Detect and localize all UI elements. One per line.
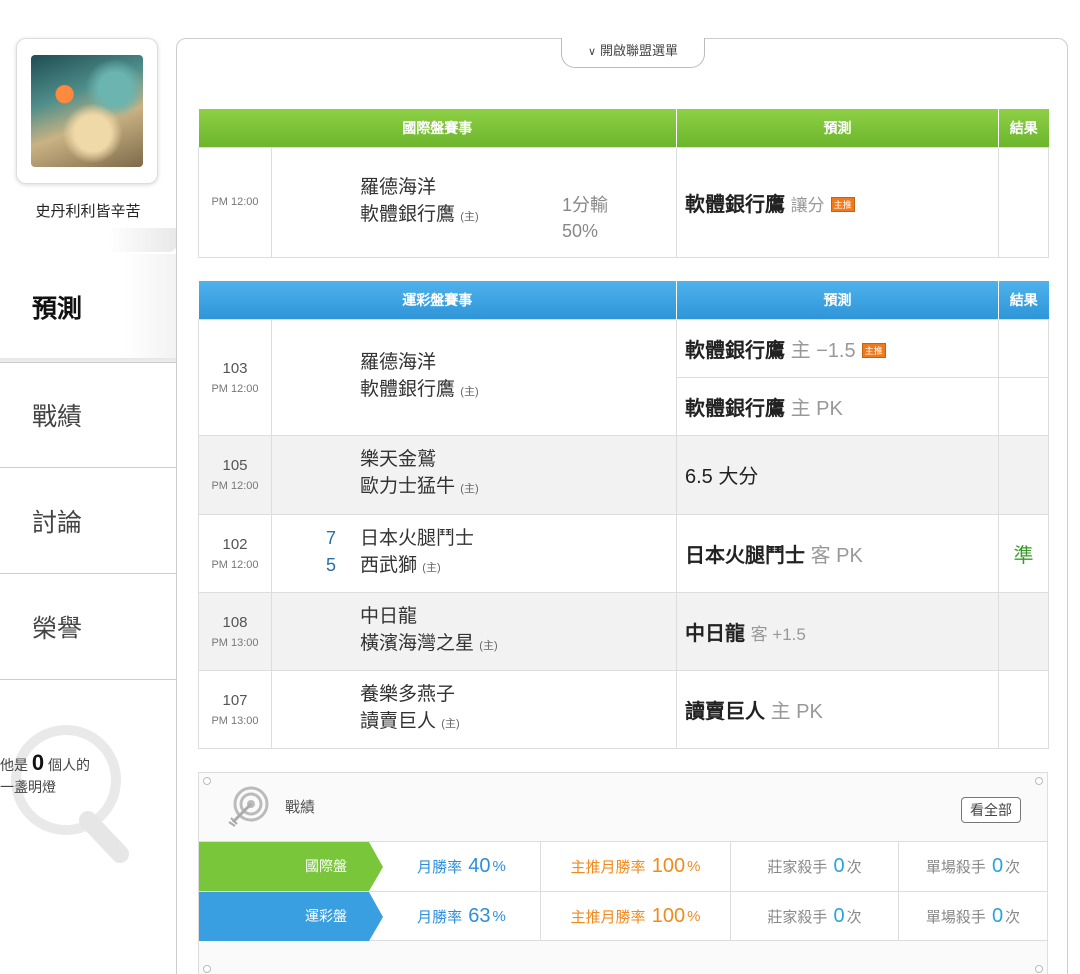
prediction: 軟體銀行鷹 主 −1.5 主推 [676, 318, 999, 378]
table-row[interactable]: PM 12:00 羅德海洋 軟體銀行鷹 (主) 1分輸 50% 軟體銀行鷹 讓分… [198, 146, 1049, 258]
single-killer: 單場殺手 0次 [925, 904, 1021, 927]
prediction: 軟體銀行鷹 主 PK [676, 376, 999, 436]
stats-row-sports: 運彩盤 月勝率 63% 主推月勝率 100% 莊家殺手 0次 單場殺手 0次 [199, 891, 1047, 941]
main-panel: ∨ 開啟聯盟選單 國際盤賽事 預測 結果 PM 12:00 羅德海洋 軟體銀行鷹 … [176, 38, 1068, 974]
header-result: 結果 [998, 109, 1049, 147]
prediction: 軟體銀行鷹 讓分 主推 [676, 146, 999, 258]
match-time: 107 PM 13:00 [198, 669, 272, 749]
match-time: 108 PM 13:00 [198, 591, 272, 671]
away-team[interactable]: 樂天金鷲 [360, 446, 676, 473]
stats-row-label: 國際盤 [199, 842, 383, 891]
home-team[interactable]: 西武獅 [360, 555, 417, 576]
prediction: 中日龍 客 +1.5 [676, 591, 999, 671]
nav-item-record[interactable]: 戰績 [0, 362, 178, 468]
league-menu-toggle[interactable]: ∨ 開啟聯盟選單 [561, 38, 705, 68]
view-all-button[interactable]: 看全部 [961, 797, 1021, 823]
away-team[interactable]: 羅德海洋 [360, 349, 676, 376]
table-row[interactable]: 102 PM 12:00 7 5 日本火腿鬥士 西武獅 (主) 日本火腿鬥士 客… [198, 513, 1049, 593]
lamp-text: 他是 0 個人的 一盞明燈 [0, 750, 91, 796]
nav-item-discussion[interactable]: 討論 [0, 468, 178, 574]
match-teams: 樂天金鷲 歐力士猛牛 (主) [271, 434, 677, 515]
single-killer: 單場殺手 0次 [925, 855, 1021, 877]
table-row[interactable]: 103 PM 12:00 羅德海洋 軟體銀行鷹 (主) 軟體銀行鷹 主 −1.5 主… [198, 318, 1049, 436]
home-team[interactable]: 歐力士猛牛 [360, 476, 455, 497]
stats-panel: 戰績 看全部 國際盤 月勝率 40% 主推月勝率 100% 莊家殺手 0次 單場… [198, 772, 1048, 974]
result [998, 669, 1049, 749]
nav-item-label: 榮譽 [32, 614, 83, 643]
home-team[interactable]: 讀賣巨人 [360, 711, 436, 732]
match-teams: 7 5 日本火腿鬥士 西武獅 (主) [271, 513, 677, 593]
main-pick-win-rate: 主推月勝率 100% [541, 842, 731, 891]
banker-killer: 莊家殺手 0次 [731, 842, 899, 891]
away-team[interactable]: 羅德海洋 [360, 174, 562, 201]
username[interactable]: 史丹利利皆辛苦 [0, 200, 176, 221]
nav-item-label: 戰績 [32, 403, 83, 431]
table-row[interactable]: 105 PM 12:00 樂天金鷲 歐力士猛牛 (主) 6.5 大分 [198, 434, 1049, 515]
main-pick-win-rate: 主推月勝率 100% [541, 892, 731, 940]
match-time: 102 PM 12:00 [198, 513, 272, 593]
sports-table: 運彩盤賽事 預測 結果 103 PM 12:00 羅德海洋 軟體銀行鷹 (主) 軟… [198, 281, 1049, 749]
chevron-down-icon: ∨ [587, 46, 597, 58]
user-card-shadow [0, 228, 178, 252]
header-result: 結果 [998, 281, 1049, 319]
stats-title: 戰績 [285, 798, 316, 816]
avatar[interactable] [31, 55, 143, 167]
intl-table: 國際盤賽事 預測 結果 PM 12:00 羅德海洋 軟體銀行鷹 (主) 1分輸 … [198, 109, 1049, 258]
month-win-rate: 月勝率 40% [369, 842, 541, 891]
stats-header: 戰績 看全部 [199, 773, 1047, 839]
header-match: 國際盤賽事 [198, 109, 677, 147]
prediction: 6.5 大分 [676, 434, 999, 515]
away-team[interactable]: 日本火腿鬥士 [360, 525, 474, 552]
home-team[interactable]: 軟體銀行鷹 [360, 379, 455, 400]
result [998, 318, 1049, 378]
prediction: 讀賣巨人 主 PK [676, 669, 999, 749]
nav-item-predict[interactable]: 預測 [0, 254, 178, 372]
match-teams: 羅德海洋 軟體銀行鷹 (主) 1分輸 50% [271, 146, 677, 258]
header-predict: 預測 [676, 109, 999, 147]
odds: 1分輸 50% [562, 195, 609, 241]
main-pick-badge: 主推 [861, 342, 886, 358]
away-team[interactable]: 中日龍 [360, 603, 676, 630]
banker-killer: 莊家殺手 0次 [731, 892, 899, 940]
match-teams: 養樂多燕子 讀賣巨人 (主) [271, 669, 677, 749]
home-team[interactable]: 軟體銀行鷹 [360, 204, 455, 225]
header-match: 運彩盤賽事 [198, 281, 677, 319]
result [998, 434, 1049, 515]
prediction: 日本火腿鬥士 客 PK [676, 513, 999, 593]
result [998, 146, 1049, 258]
left-sidebar: 史丹利利皆辛苦 預測 戰績 討論 榮譽 他是 0 個人的 一盞明燈 [0, 0, 178, 974]
match-time: 103 PM 12:00 [198, 318, 272, 436]
page: 史丹利利皆辛苦 預測 戰績 討論 榮譽 他是 0 個人的 一盞明燈 ∨ 開啟聯盟選… [0, 0, 1080, 974]
intl-header-row: 國際盤賽事 預測 結果 [198, 109, 1049, 147]
header-predict: 預測 [676, 281, 999, 319]
avatar-card[interactable] [16, 38, 158, 184]
match-time: 105 PM 12:00 [198, 434, 272, 515]
table-row[interactable]: 107 PM 13:00 養樂多燕子 讀賣巨人 (主) 讀賣巨人 主 PK [198, 669, 1049, 749]
result [998, 376, 1049, 436]
corner-dot [203, 965, 211, 973]
stats-row-intl: 國際盤 月勝率 40% 主推月勝率 100% 莊家殺手 0次 單場殺手 0次 [199, 841, 1047, 891]
month-win-rate: 月勝率 63% [369, 892, 541, 940]
corner-dot [1035, 965, 1043, 973]
main-pick-badge: 主推 [830, 196, 855, 212]
nav-item-label: 討論 [32, 508, 83, 537]
result-hit: 準 [998, 513, 1049, 593]
stats-row-label: 運彩盤 [199, 892, 383, 941]
final-score: 7 5 [325, 527, 336, 575]
match-time: PM 12:00 [198, 146, 272, 258]
nav-item-honor[interactable]: 榮譽 [0, 574, 178, 680]
nav-item-label: 預測 [32, 295, 83, 323]
match-teams: 中日龍 橫濱海灣之星 (主) [271, 591, 677, 671]
sports-header-row: 運彩盤賽事 預測 結果 [198, 281, 1049, 319]
match-teams: 羅德海洋 軟體銀行鷹 (主) [271, 318, 677, 436]
lamp-count: 0 [31, 750, 45, 775]
away-team[interactable]: 養樂多燕子 [360, 681, 676, 708]
target-icon [228, 786, 269, 827]
table-row[interactable]: 108 PM 13:00 中日龍 橫濱海灣之星 (主) 中日龍 客 +1.5 [198, 591, 1049, 671]
home-team[interactable]: 橫濱海灣之星 [360, 633, 474, 654]
result [998, 591, 1049, 671]
